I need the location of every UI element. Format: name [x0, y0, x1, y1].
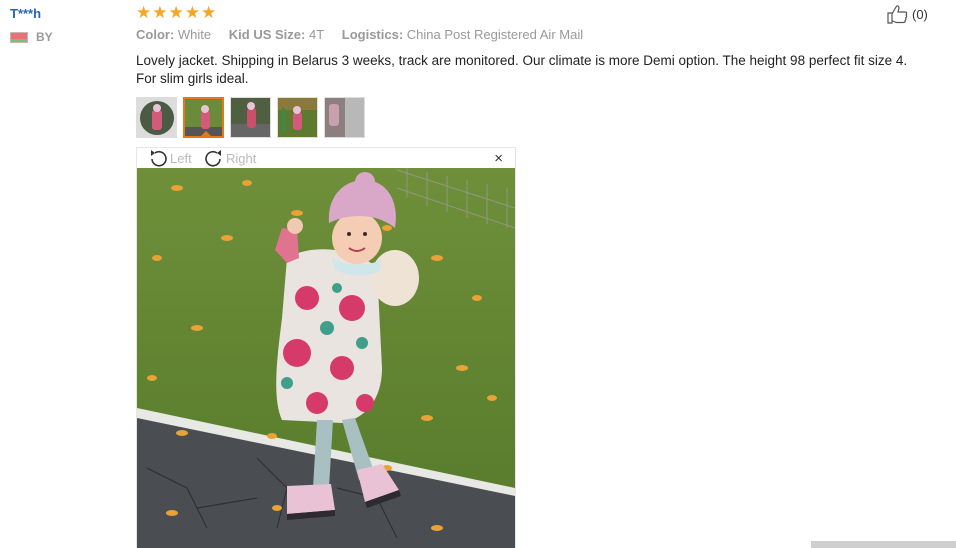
rotate-left-button[interactable]: Left [147, 149, 192, 167]
attr-logistics-key: Logistics: [341, 27, 404, 42]
photo-thumbnail-active[interactable] [183, 97, 224, 138]
star-icon: ★ [168, 3, 184, 22]
rotate-right-button[interactable]: Right [203, 149, 256, 167]
photo-viewer: Left Right × [136, 147, 516, 548]
attr-color-value: White [177, 27, 212, 42]
country-code: BY [36, 30, 53, 44]
attr-size-value: 4T [308, 27, 325, 42]
rotate-right-icon [205, 150, 221, 167]
photo-thumbnail[interactable] [277, 97, 318, 138]
rotate-left-label: Left [170, 150, 192, 166]
reviewer-name[interactable]: T***h [10, 6, 53, 21]
close-icon[interactable]: × [494, 150, 503, 167]
photo-thumbnail[interactable] [136, 97, 177, 138]
star-rating: ★ ★ ★ ★ ★ [136, 4, 217, 21]
thumbs-up-icon [887, 5, 908, 24]
viewer-toolbar: Left Right × [137, 148, 515, 168]
photo-thumbnails [136, 97, 371, 138]
photo-thumbnail[interactable] [230, 97, 271, 138]
helpful-button[interactable]: (0) [887, 4, 928, 24]
attr-color-key: Color: [136, 27, 175, 42]
review-photo [137, 168, 515, 548]
star-icon: ★ [152, 3, 168, 22]
star-icon: ★ [136, 3, 152, 22]
photo-thumbnail[interactable] [324, 97, 365, 138]
horizontal-scrollbar[interactable] [811, 541, 956, 548]
attr-logistics-value: China Post Registered Air Mail [406, 27, 584, 42]
review-text: Lovely jacket. Shipping in Belarus 3 wee… [136, 53, 908, 86]
reviewer-info: T***h BY [10, 6, 53, 44]
rotate-left-icon [151, 150, 167, 167]
belarus-flag-icon [10, 31, 28, 43]
rotate-right-label: Right [226, 150, 257, 166]
helpful-count: (0) [912, 6, 928, 22]
attr-size-key: Kid US Size: [228, 27, 306, 42]
star-icon: ★ [184, 3, 200, 22]
order-attributes: Color: White Kid US Size: 4T Logistics: … [136, 27, 597, 42]
reviewer-country: BY [10, 30, 53, 44]
star-icon: ★ [201, 3, 217, 22]
